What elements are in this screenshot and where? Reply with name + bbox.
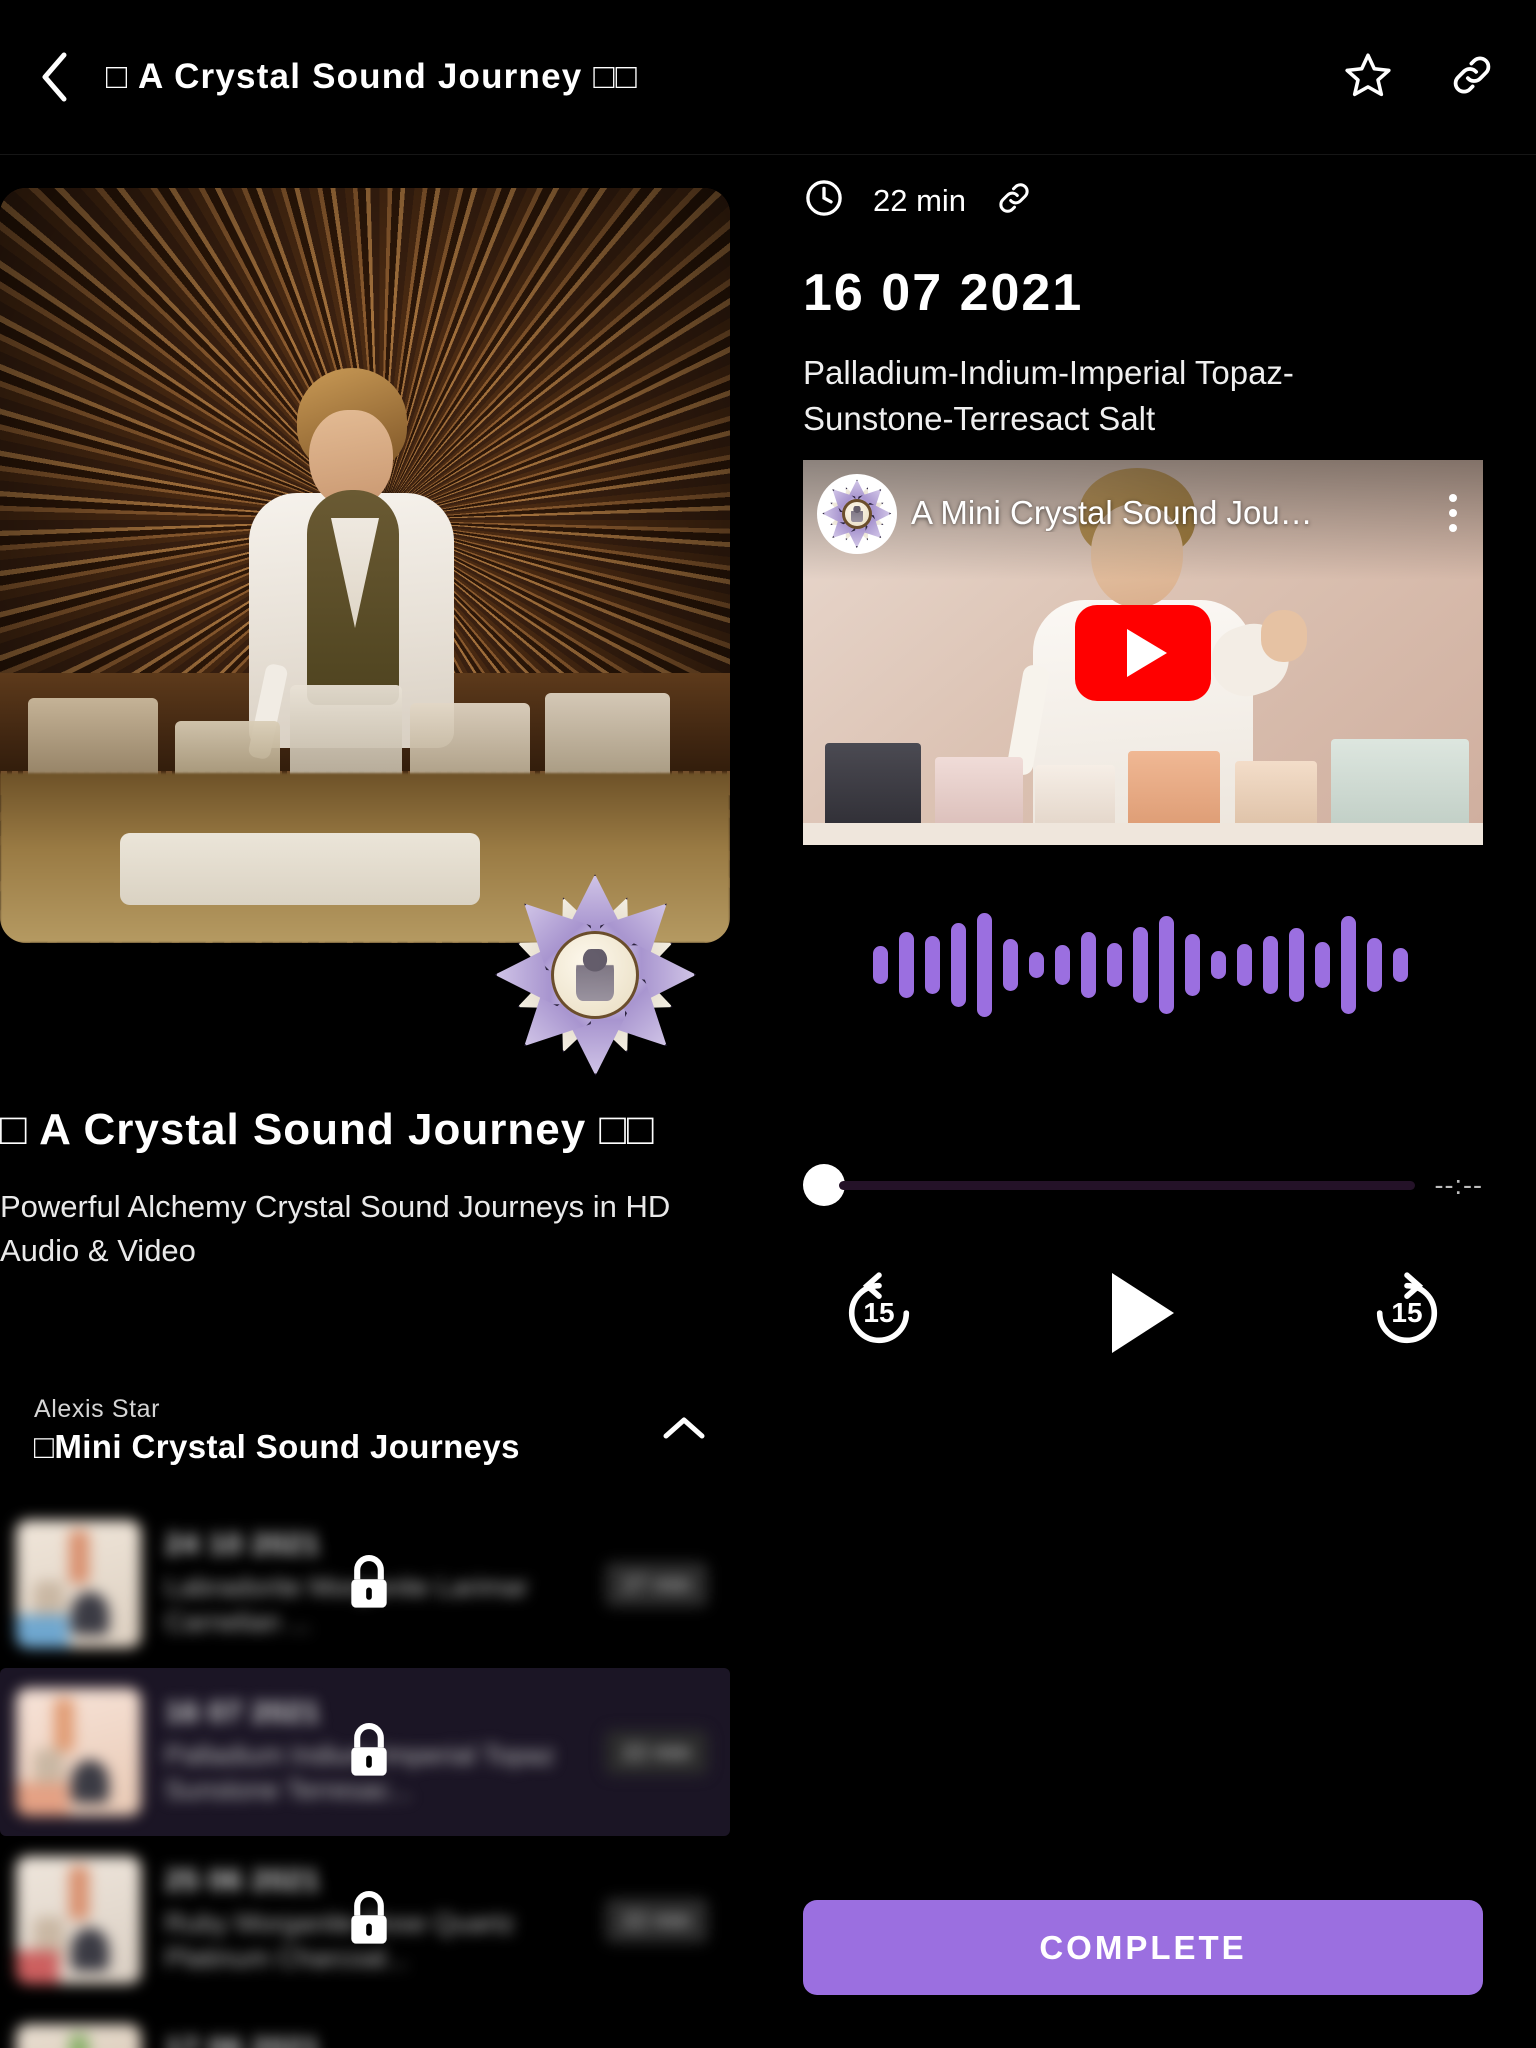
episode-duration: 22 min: [604, 1897, 708, 1943]
rewind-15-label: 15: [863, 1297, 895, 1328]
episode-date: 17 06 2021: [165, 2032, 565, 2048]
back-button[interactable]: [38, 47, 84, 107]
youtube-embed[interactable]: A Mini Crystal Sound Jou…: [803, 460, 1483, 845]
complete-button[interactable]: COMPLETE: [803, 1900, 1483, 1995]
lock-icon: [340, 1719, 398, 1785]
lock-icon: [340, 1551, 398, 1617]
clock-icon: [803, 177, 845, 224]
play-button[interactable]: [1112, 1273, 1174, 1353]
player-controls: 15 15: [803, 1253, 1483, 1373]
episode-list: 24 10 2021 Labradorite Morganite Larimar…: [0, 1500, 745, 2048]
player-column: 22 min 16 07 2021 Palladium-Indium-Imper…: [745, 155, 1536, 2048]
youtube-channel-avatar[interactable]: [817, 474, 897, 554]
youtube-video-title[interactable]: A Mini Crystal Sound Jou…: [911, 494, 1351, 532]
episode-link-button[interactable]: [994, 178, 1034, 223]
episode-duration: 22 min: [604, 1729, 708, 1775]
episode-meta: 22 min: [803, 177, 1034, 224]
mandala-logo-icon: [490, 870, 700, 1080]
play-icon: [1112, 1273, 1174, 1353]
favorite-button[interactable]: [1342, 51, 1394, 103]
seek-track[interactable]: [839, 1180, 1415, 1190]
link-icon: [1447, 50, 1497, 105]
table-row[interactable]: 25 06 2021 Ruby Morganite Rose Quartz Pl…: [0, 1836, 730, 2004]
share-link-button[interactable]: [1446, 51, 1498, 103]
star-icon: [1343, 50, 1393, 105]
forward-15-button[interactable]: 15: [1365, 1271, 1449, 1355]
episode-thumbnail: [16, 1856, 141, 1984]
link-icon: [994, 178, 1034, 223]
youtube-play-icon[interactable]: [1075, 604, 1211, 701]
table-row[interactable]: 16 07 2021 Palladium Indium Imperial Top…: [0, 1668, 730, 1836]
complete-button-label: COMPLETE: [1039, 1928, 1247, 1966]
episode-title-date: 16 07 2021: [803, 264, 1084, 322]
table-row[interactable]: 24 10 2021 Labradorite Morganite Larimar…: [0, 1500, 730, 1668]
course-hero-image: [0, 188, 730, 943]
section-collapse-button[interactable]: [657, 1403, 711, 1457]
time-display: --:--: [1434, 1169, 1483, 1200]
course-title: □ A Crystal Sound Journey □□: [0, 1105, 655, 1154]
header-actions: [1342, 51, 1498, 103]
course-column: □ A Crystal Sound Journey □□ Powerful Al…: [0, 155, 745, 2048]
page-content: □ A Crystal Sound Journey □□ Powerful Al…: [0, 155, 1536, 2048]
episode-thumbnail: [16, 1688, 141, 1816]
rewind-15-button[interactable]: 15: [837, 1271, 921, 1355]
section-header[interactable]: Alexis Star □Mini Crystal Sound Journeys: [0, 1370, 745, 1490]
chevron-up-icon: [661, 1413, 707, 1448]
audio-waveform: [745, 900, 1536, 1030]
course-description: Powerful Alchemy Crystal Sound Journeys …: [0, 1189, 671, 1269]
mandala-logo-icon: [821, 478, 893, 550]
section-author: Alexis Star: [34, 1394, 161, 1423]
seek-bar[interactable]: --:--: [803, 1157, 1483, 1213]
page-title: □ A Crystal Sound Journey □□: [106, 57, 639, 96]
episode-duration: 27 min: [604, 1561, 708, 1607]
episode-duration-label: 22 min: [873, 182, 967, 218]
episode-thumbnail: [16, 2024, 141, 2048]
kebab-menu-icon[interactable]: [1449, 494, 1457, 532]
episode-thumbnail: [16, 1520, 141, 1648]
episode-title-subtitle: Palladium-Indium-Imperial Topaz-Sunstone…: [803, 354, 1294, 437]
section-title: □Mini Crystal Sound Journeys: [34, 1427, 520, 1465]
chevron-left-icon: [38, 50, 72, 104]
app-header: □ A Crystal Sound Journey □□: [0, 0, 1536, 155]
table-row[interactable]: 17 06 2021 Salt Tourmaline Labradorite S…: [0, 2004, 730, 2048]
lock-icon: [340, 1887, 398, 1953]
forward-15-label: 15: [1391, 1297, 1423, 1328]
